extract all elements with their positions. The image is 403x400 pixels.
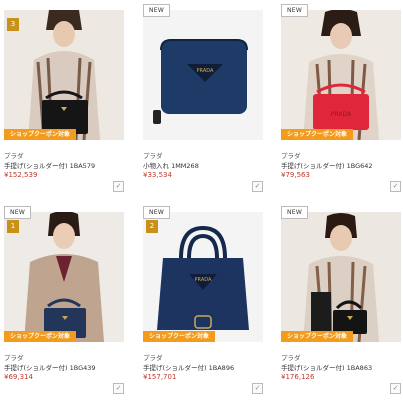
product-image[interactable] [4,10,124,140]
new-badge: NEW [143,4,171,17]
new-badge: NEW [281,206,309,219]
model-holding-navy-tote-icon [4,212,124,342]
model-holding-red-tote-icon: PRADA [281,10,401,140]
product-price: ¥69,314 [4,373,33,381]
favorite-checkbox[interactable]: ✓ [390,181,401,192]
new-badge: NEW [4,206,32,219]
product-name[interactable]: 手提げ(ショルダー付) 1BG642 [281,160,373,170]
product-card-6[interactable]: NEW ショップクーポン対象 プラダ 手提げ(ショルダー付) 1BA863 ¥1… [281,206,401,394]
new-badge: NEW [143,206,171,219]
coupon-badge: ショップクーポン対象 [143,331,216,342]
coupon-badge: ショップクーポン対象 [4,129,77,140]
product-card-5[interactable]: PRADA NEW 2 ショップクーポン対象 プラダ 手提げ(ショルダー付) 1… [143,206,263,394]
product-price: ¥152,539 [4,171,38,179]
product-brand: プラダ [4,354,24,362]
rank-badge: 1 [7,220,19,233]
favorite-checkbox[interactable]: ✓ [252,181,263,192]
product-name[interactable]: 小物入れ 1MM268 [143,160,199,170]
favorite-checkbox[interactable]: ✓ [113,383,124,394]
navy-zip-wallet-icon: PRADA [143,10,263,140]
svg-text:PRADA: PRADA [197,68,214,74]
new-badge: NEW [281,4,309,17]
coupon-badge: ショップクーポン対象 [4,331,77,342]
coupon-badge: ショップクーポン対象 [281,129,354,140]
product-price: ¥157,701 [143,373,177,381]
rank-badge: 3 [7,18,19,31]
product-image[interactable] [281,212,401,342]
rank-badge: 2 [146,220,158,233]
svg-text:PRADA: PRADA [331,111,352,118]
favorite-checkbox[interactable]: ✓ [390,383,401,394]
favorite-checkbox[interactable]: ✓ [252,383,263,394]
product-card-3[interactable]: PRADA NEW ショップクーポン対象 プラダ 手提げ(ショルダー付) 1BG… [281,4,401,192]
product-brand: プラダ [281,354,301,362]
model-holding-black-tote-icon [4,10,124,140]
product-name[interactable]: 手提げ(ショルダー付) 1BA896 [143,362,234,372]
product-card-2[interactable]: PRADA NEW プラダ 小物入れ 1MM268 ¥33,534 ✓ [143,4,263,192]
svg-text:PRADA: PRADA [195,277,212,283]
product-price: ¥33,534 [143,171,172,179]
product-image[interactable] [4,212,124,342]
product-brand: プラダ [143,354,163,362]
product-brand: プラダ [143,152,163,160]
product-name[interactable]: 手提げ(ショルダー付) 1BG439 [4,362,96,372]
product-image[interactable]: PRADA [143,212,263,342]
product-brand: プラダ [4,152,24,160]
product-card-1[interactable]: 3 ショップクーポン対象 プラダ 手提げ(ショルダー付) 1BA579 ¥152… [4,4,124,192]
product-price: ¥176,126 [281,373,315,381]
product-image[interactable]: PRADA [281,10,401,140]
product-image[interactable]: PRADA [143,10,263,140]
product-name[interactable]: 手提げ(ショルダー付) 1BA863 [281,362,372,372]
product-card-4[interactable]: NEW 1 ショップクーポン対象 プラダ 手提げ(ショルダー付) 1BG439 … [4,206,124,394]
coupon-badge: ショップクーポン対象 [281,331,354,342]
product-brand: プラダ [281,152,301,160]
navy-handbag-icon: PRADA [143,212,263,342]
favorite-checkbox[interactable]: ✓ [113,181,124,192]
model-holding-black-handbag-icon [281,212,401,342]
product-price: ¥79,563 [281,171,310,179]
product-name[interactable]: 手提げ(ショルダー付) 1BA579 [4,160,95,170]
